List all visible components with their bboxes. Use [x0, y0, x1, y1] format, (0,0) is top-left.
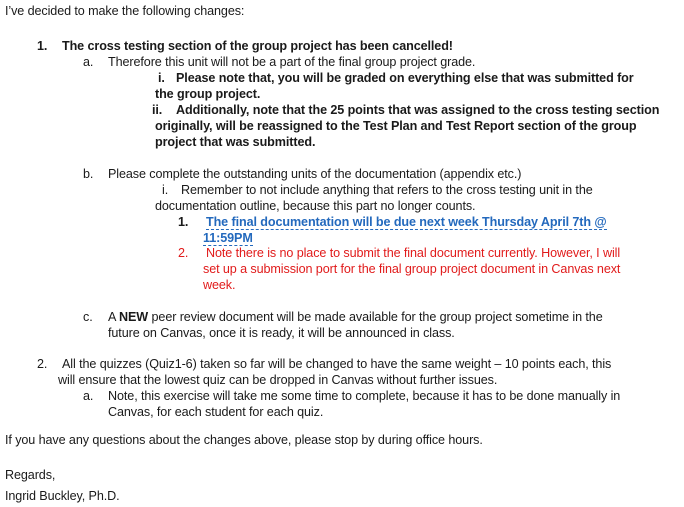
submission-notice-line3: week. — [203, 278, 236, 292]
intro-text: I’ve decided to make the following chang… — [5, 4, 245, 18]
item1b-i-line1: Remember to not include anything that re… — [181, 183, 593, 197]
item1a-ii-line1: Additionally, note that the 25 points th… — [176, 103, 660, 117]
item1c-pre: A — [108, 310, 120, 324]
item1a-ii-line3: project that was submitted. — [155, 135, 316, 149]
item1b-marker: b. — [83, 167, 94, 181]
due-date-notice-line2: 11:59PM — [203, 230, 253, 246]
submission-notice-line2: set up a submission port for the final g… — [203, 262, 621, 276]
item1c-line1: A NEW peer review document will be made … — [108, 309, 603, 325]
due-date-notice-text-2: 11:59PM — [203, 231, 253, 246]
item1a-i-marker: i. — [158, 71, 165, 85]
item1a-text: Therefore this unit will not be a part o… — [108, 55, 476, 69]
item1b-text: Please complete the outstanding units of… — [108, 167, 522, 181]
item1b-n1-marker: 1. — [178, 215, 189, 229]
item1a-marker: a. — [83, 55, 94, 69]
item2a-marker: a. — [83, 389, 94, 403]
closing-text: If you have any questions about the chan… — [5, 433, 483, 447]
item1a-i-line1: Please note that, you will be graded on … — [176, 71, 634, 85]
item2-number: 2. — [37, 357, 48, 371]
due-date-notice-line1: The final documentation will be due next… — [206, 214, 607, 230]
signature-text: Ingrid Buckley, Ph.D. — [5, 489, 120, 503]
item1a-ii-marker: ii. — [152, 103, 163, 117]
due-date-notice-text-1: The final documentation will be due next… — [206, 215, 607, 230]
item1c-marker: c. — [83, 310, 93, 324]
submission-notice-line1: Note there is no place to submit the fin… — [206, 246, 621, 260]
item1-number: 1. — [37, 39, 48, 53]
item1b-i-marker: i. — [162, 183, 169, 197]
document-page: { "intro": "I’ve decided to make the fol… — [0, 0, 684, 507]
item1-title: The cross testing section of the group p… — [62, 39, 453, 53]
item2a-line2: Canvas, for each student for each quiz. — [108, 405, 324, 419]
item2-line1: All the quizzes (Quiz1-6) taken so far w… — [62, 357, 612, 371]
item2-line2: will ensure that the lowest quiz can be … — [58, 373, 498, 387]
item1b-i-line2: documentation outline, because this part… — [155, 199, 476, 213]
item1c-new-emphasis: NEW — [119, 310, 149, 324]
item1a-ii-line2: originally, will be reassigned to the Te… — [155, 119, 637, 133]
item1a-i-line2: the group project. — [155, 87, 261, 101]
item1c-line2: future on Canvas, once it is ready, it w… — [108, 326, 455, 340]
item1c-rest: peer review document will be made availa… — [148, 310, 603, 324]
item1b-n2-marker: 2. — [178, 246, 189, 260]
regards-text: Regards, — [5, 468, 56, 482]
item2a-line1: Note, this exercise will take me some ti… — [108, 389, 621, 403]
